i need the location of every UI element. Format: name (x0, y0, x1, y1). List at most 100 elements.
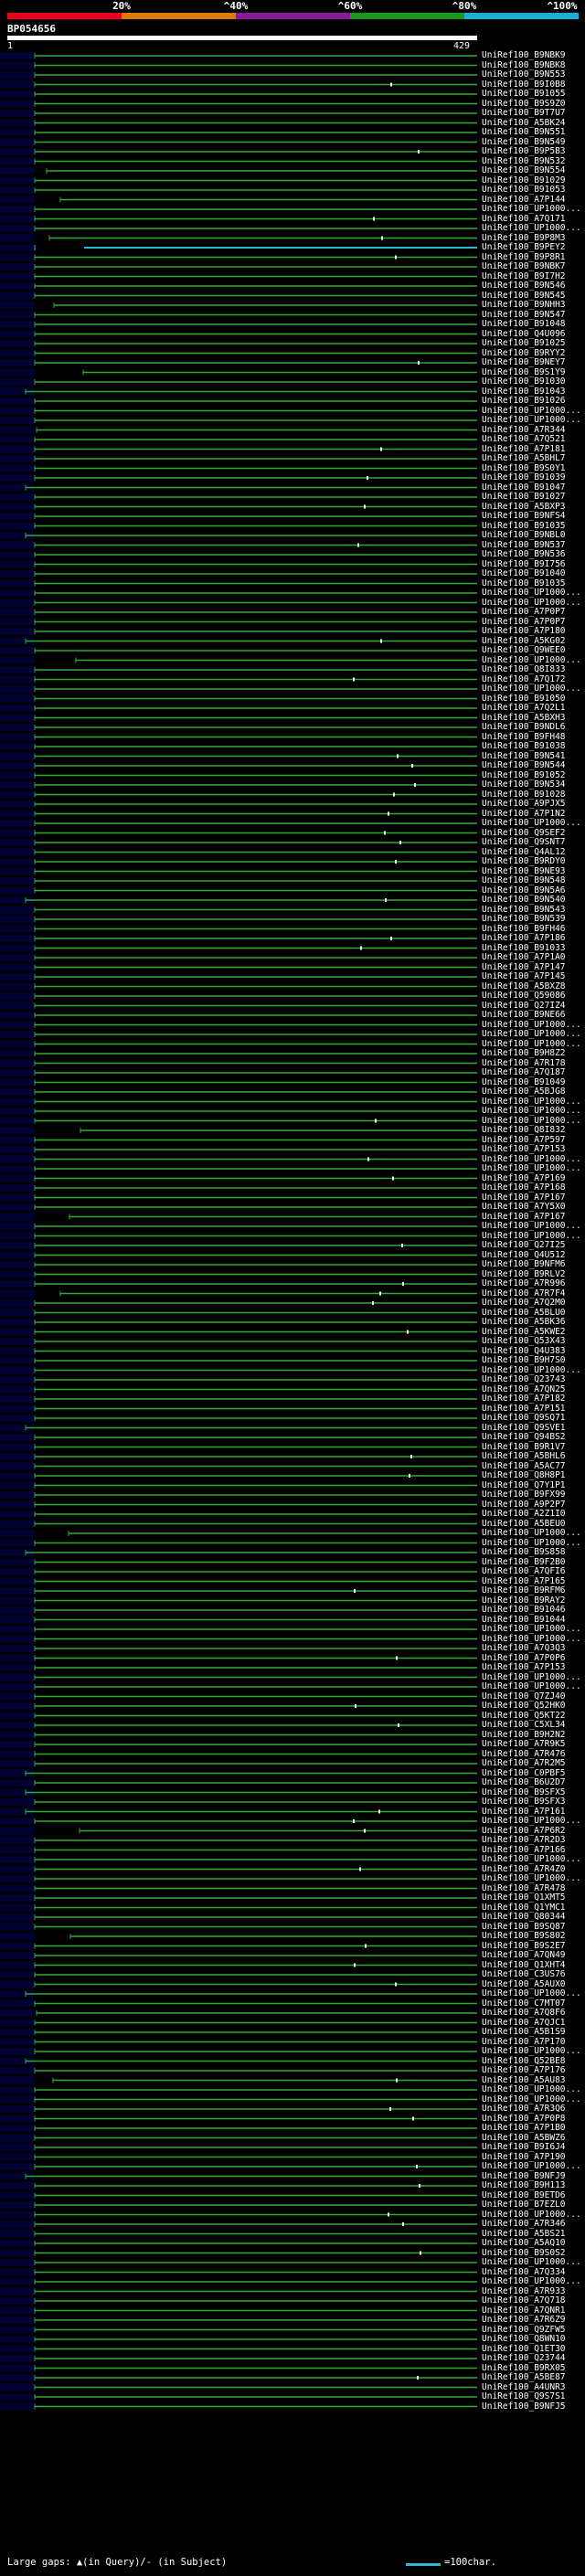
hit-unaligned-region (0, 1999, 35, 2008)
hit-tracks: UniRef100_B9NBK9 UniRef100_B9NBK8 UniRef10… (0, 50, 585, 2528)
hit-unaligned-region (0, 292, 35, 300)
hit-unaligned-region (0, 1108, 35, 1115)
gap-marker (360, 946, 362, 950)
gap-marker (381, 236, 383, 240)
hit-unaligned-region (0, 867, 35, 875)
hit-unaligned-region (0, 1472, 35, 1479)
hit-unaligned-region (0, 2402, 35, 2411)
hit-unaligned-region (0, 618, 35, 626)
hit-unaligned-region (0, 1818, 35, 1825)
hit-unaligned-region (0, 1319, 35, 1326)
hit-unaligned-region (0, 464, 35, 472)
legend-segment (122, 13, 236, 19)
hit-unaligned-region (0, 1760, 35, 1767)
hit-unaligned-region (0, 1040, 35, 1048)
gap-marker (388, 2212, 389, 2217)
hit-unaligned-region (0, 138, 35, 146)
hit-label[interactable]: UniRef100_B9NFJ5 (482, 2401, 584, 2412)
gap-marker (414, 783, 416, 787)
hit-unaligned-region (0, 1280, 35, 1288)
hit-unaligned-region (0, 1884, 35, 1892)
hit-unaligned-region (0, 1031, 35, 1038)
hit-unaligned-region (0, 1261, 35, 1268)
hit-unaligned-region (0, 2191, 35, 2200)
hit-unaligned-region (0, 1961, 35, 1969)
scale-bar (406, 2563, 441, 2566)
gap-marker (389, 2107, 391, 2111)
hit-unaligned-region (0, 1606, 35, 1614)
hit-unaligned-region (0, 2297, 35, 2305)
hit-unaligned-region (0, 2038, 35, 2046)
hit-unaligned-region (0, 52, 35, 59)
hit-unaligned-region (0, 1002, 35, 1010)
hit-unaligned-region (0, 1203, 35, 1211)
hit-unaligned-region (0, 2306, 35, 2315)
hit-unaligned-region (0, 1127, 35, 1134)
legend-segment (236, 13, 350, 19)
hit-unaligned-region (0, 474, 35, 482)
identity-color-legend: 20% ^40% ^60% ^80% ^100% (7, 0, 579, 22)
hit-unaligned-region (0, 2240, 35, 2247)
gap-marker (397, 754, 399, 758)
gap-marker (417, 2376, 419, 2380)
gap-marker (411, 764, 413, 768)
hit-unaligned-region (0, 609, 35, 616)
hit-unaligned-region (0, 2393, 35, 2401)
gap-marker (392, 1176, 394, 1181)
hit-unaligned-region (0, 398, 35, 405)
gap-marker (407, 1330, 409, 1334)
hit-unaligned-region (0, 2278, 35, 2285)
footer-legend: Large gaps: ▲(in Query)/‐ (in Subject) =… (7, 2557, 583, 2571)
gap-marker (398, 1723, 399, 1727)
gap-marker (395, 860, 397, 864)
gap-marker (364, 1829, 366, 1833)
hit-unaligned-region (0, 1357, 35, 1364)
hit-unaligned-region (0, 800, 35, 808)
gap-marker (418, 150, 420, 154)
hit-unaligned-region (0, 1366, 35, 1374)
gap-marker (402, 2222, 404, 2226)
gap-marker (384, 831, 386, 835)
legend-segment (464, 13, 579, 19)
hit-unaligned-region (0, 378, 35, 386)
hit-unaligned-region (0, 1012, 35, 1019)
gap-marker (393, 792, 395, 797)
hit-unaligned-region (0, 1328, 35, 1336)
hit-unaligned-region (0, 244, 35, 251)
gap-marker (379, 1291, 381, 1296)
hit-unaligned-region (0, 1309, 35, 1317)
hit-unaligned-region (0, 1136, 35, 1144)
hit-unaligned-region (0, 1453, 35, 1460)
hit-unaligned-region (0, 407, 35, 415)
hit-unaligned-region (0, 705, 35, 712)
hit-unaligned-region (0, 330, 35, 338)
hit-unaligned-region (0, 1385, 35, 1394)
hit-unaligned-region (0, 752, 35, 760)
hit-unaligned-region (0, 1722, 35, 1729)
hit-unaligned-region (0, 1193, 35, 1202)
hit-unaligned-region (0, 2221, 35, 2228)
hit-unaligned-region (0, 1923, 35, 1931)
legend-segment (7, 13, 122, 19)
hit-unaligned-region (0, 1539, 35, 1547)
hit-unaligned-region (0, 455, 35, 462)
hit-unaligned-region (0, 176, 35, 185)
hit-unaligned-region (0, 1415, 35, 1422)
hit-unaligned-region (0, 1270, 35, 1278)
gap-marker (355, 1704, 356, 1708)
legend-percent-label: 20% (112, 0, 131, 12)
hit-unaligned-region (0, 272, 35, 281)
hit-unaligned-region (0, 80, 35, 89)
hit-unaligned-region (0, 1952, 35, 1959)
gap-marker (380, 447, 382, 451)
hit-unaligned-region (0, 560, 35, 568)
hit-unaligned-region (0, 551, 35, 558)
hit-unaligned-region (0, 973, 35, 981)
hit-unaligned-region (0, 2019, 35, 2027)
hit-unaligned-region (0, 1481, 35, 1489)
gap-marker (385, 898, 387, 902)
query-end: 429 (453, 41, 471, 51)
hit-unaligned-region (0, 186, 35, 194)
gap-marker (416, 2165, 418, 2168)
hit-unaligned-region (0, 225, 35, 232)
